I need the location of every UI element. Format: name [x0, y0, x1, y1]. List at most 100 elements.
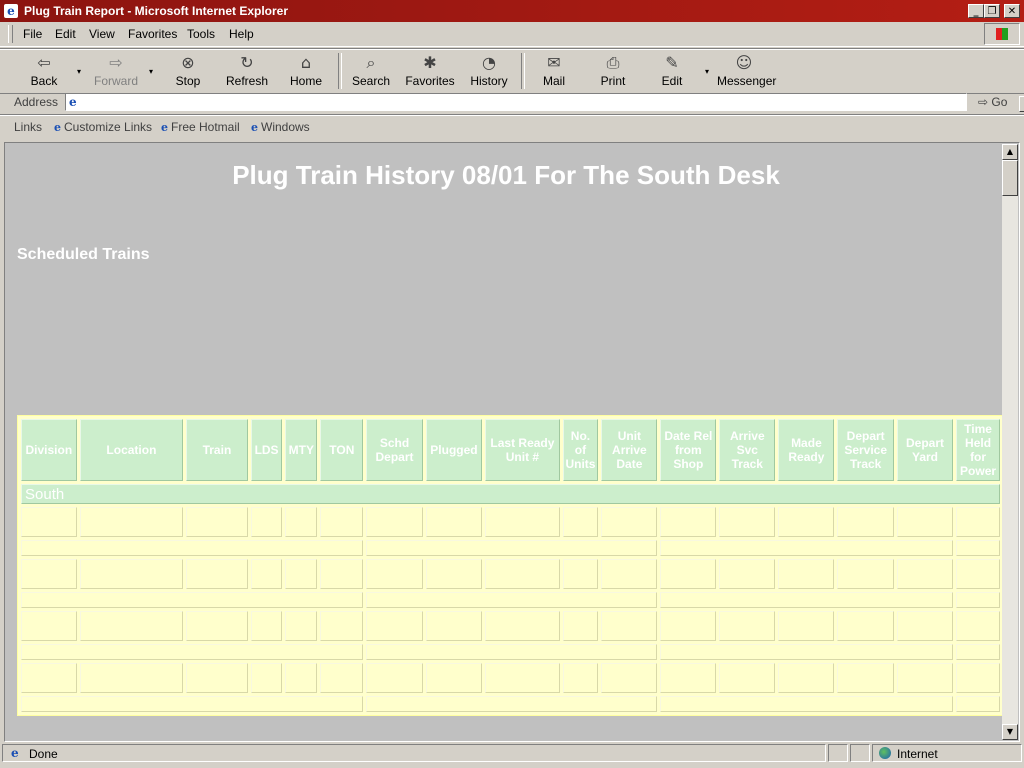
search-icon: ⌕ — [366, 53, 376, 72]
messenger-icon: ☺ — [735, 53, 753, 72]
windows-logo-icon — [984, 23, 1020, 45]
forward-dropdown-icon[interactable]: ▾ — [149, 67, 153, 76]
table-cell — [485, 663, 560, 693]
table-cell — [956, 611, 1000, 641]
window-title: Plug Train Report - Microsoft Internet E… — [24, 4, 289, 18]
scroll-down-button[interactable]: ▼ — [1002, 724, 1018, 740]
address-input[interactable]: e ▾ — [65, 93, 1024, 112]
table-cell — [425, 559, 483, 589]
table-cell — [485, 507, 560, 537]
table-cell — [79, 559, 184, 589]
address-label: Address — [14, 95, 59, 109]
table-cell — [778, 507, 835, 537]
table-cell — [956, 663, 1000, 693]
link-customize-links[interactable]: e Customize Links — [54, 120, 152, 134]
scroll-up-button[interactable]: ▲ — [1002, 144, 1018, 160]
menu-file[interactable]: File — [23, 27, 42, 41]
table-cell — [79, 663, 184, 693]
table-cell — [186, 507, 248, 537]
close-button[interactable]: ✕ — [1004, 4, 1020, 18]
col-unit-arrive-date: Unit Arrive Date — [601, 419, 658, 481]
maximize-button[interactable]: ❐ — [984, 4, 1000, 18]
table-cell — [485, 611, 560, 641]
table-cell — [660, 611, 717, 641]
table-cell — [956, 559, 1000, 589]
status-bar: e Done Internet — [0, 744, 1024, 768]
table-cell — [21, 696, 364, 712]
table-cell — [425, 507, 483, 537]
printer-icon: ⎙ — [606, 53, 620, 72]
history-button[interactable]: ◔ History — [462, 51, 516, 91]
status-main-panel: e Done — [2, 744, 826, 762]
ie-page-icon: e — [161, 121, 168, 134]
go-button[interactable]: ⇨ Go — [978, 95, 1007, 109]
table-cell — [366, 696, 658, 712]
status-panel — [828, 744, 848, 762]
page-viewport: Plug Train History 08/01 For The South D… — [6, 144, 1004, 740]
table-cell — [778, 559, 835, 589]
browser-content: Plug Train History 08/01 For The South D… — [4, 142, 1020, 742]
status-panel — [850, 744, 870, 762]
address-bar: Address e ▾ ⇨ Go — [0, 92, 1024, 115]
menu-favorites[interactable]: Favorites — [128, 27, 177, 41]
table-subrow — [21, 644, 1000, 660]
link-free-hotmail[interactable]: e Free Hotmail — [161, 120, 240, 134]
table-cell — [562, 559, 599, 589]
ie-page-icon: e — [251, 121, 258, 134]
address-dropdown-icon[interactable]: ▾ — [1019, 96, 1024, 112]
favorites-button[interactable]: ✱ Favorites — [403, 51, 457, 91]
search-button[interactable]: ⌕ Search — [344, 51, 398, 91]
table-header-row: Division Location Train LDS MTY TON Schd… — [21, 419, 1000, 481]
col-no-of-units: No. of Units — [562, 419, 599, 481]
stop-icon: ⊗ — [181, 53, 195, 72]
print-button[interactable]: ⎙ Print — [586, 51, 640, 91]
col-time-held-for-power: Time Held for Power — [956, 419, 1000, 481]
back-dropdown-icon[interactable]: ▾ — [77, 67, 81, 76]
table-cell — [320, 611, 364, 641]
table-cell — [601, 507, 658, 537]
table-cell — [601, 611, 658, 641]
vertical-scrollbar[interactable]: ▲ ▼ — [1002, 144, 1018, 740]
history-icon: ◔ — [482, 53, 496, 72]
table-cell — [719, 559, 776, 589]
edit-button[interactable]: ✎ Edit — [645, 51, 699, 91]
table-cell — [79, 507, 184, 537]
home-button[interactable]: ⌂ Home — [279, 51, 333, 91]
table-cell — [21, 644, 364, 660]
toolbar-grip[interactable] — [8, 25, 13, 43]
table-cell — [79, 611, 184, 641]
table-cell — [186, 663, 248, 693]
table-row — [21, 507, 1000, 537]
messenger-button[interactable]: ☺ Messenger — [717, 51, 776, 91]
table-cell — [21, 559, 77, 589]
forward-button[interactable]: ⇨ Forward — [89, 51, 143, 91]
status-text: Done — [29, 747, 58, 761]
col-last-ready-unit: Last Ready Unit # — [485, 419, 560, 481]
table-row — [21, 559, 1000, 589]
col-division: Division — [21, 419, 77, 481]
table-cell — [660, 696, 954, 712]
refresh-button[interactable]: ↻ Refresh — [220, 51, 274, 91]
ie-logo-icon[interactable]: e — [4, 4, 18, 18]
menu-help[interactable]: Help — [229, 27, 254, 41]
plug-train-table: Division Location Train LDS MTY TON Schd… — [17, 415, 1004, 716]
mail-button[interactable]: ✉ Mail — [527, 51, 581, 91]
table-row — [21, 663, 1000, 693]
link-windows[interactable]: e Windows — [251, 120, 310, 134]
col-depart-service-track: Depart Service Track — [837, 419, 894, 481]
minimize-button[interactable]: _ — [968, 4, 984, 18]
home-icon: ⌂ — [300, 53, 312, 72]
menu-tools[interactable]: Tools — [187, 27, 215, 41]
section-title: Scheduled Trains — [17, 246, 150, 263]
menu-view[interactable]: View — [89, 27, 115, 41]
table-cell — [896, 663, 954, 693]
menu-edit[interactable]: Edit — [55, 27, 76, 41]
table-cell — [250, 559, 283, 589]
favorites-folder-icon: ✱ — [423, 53, 437, 72]
table-cell — [21, 507, 77, 537]
edit-dropdown-icon[interactable]: ▾ — [705, 67, 709, 76]
internet-zone-icon — [879, 747, 891, 759]
scroll-thumb[interactable] — [1002, 160, 1018, 196]
stop-button[interactable]: ⊗ Stop — [161, 51, 215, 91]
back-button[interactable]: ⇦ Back — [17, 51, 71, 91]
